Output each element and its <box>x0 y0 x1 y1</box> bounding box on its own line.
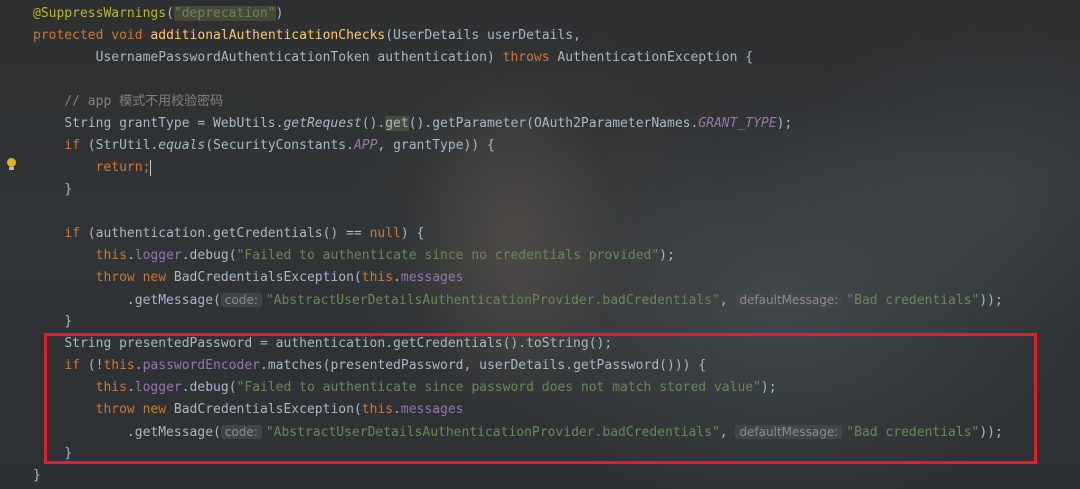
code-text: ); <box>776 116 793 131</box>
keyword: throws <box>502 50 550 65</box>
lightbulb-icon[interactable] <box>7 158 16 170</box>
code-text: } <box>64 314 73 329</box>
keyword: this <box>95 248 127 263</box>
code-text: String grantType = WebUtils. <box>64 116 284 131</box>
code-line-14: .getMessage(code: "AbstractUserDetailsAut… <box>33 289 1003 311</box>
keyword: null <box>369 226 401 241</box>
code-text: (). <box>361 116 386 131</box>
code-text: . <box>126 248 135 263</box>
code-text: . <box>393 270 401 285</box>
code-line-13: throw new BadCredentialsException(this.m… <box>33 267 1003 289</box>
code-line-6: String grantType = WebUtils.getRequest()… <box>33 113 1003 135</box>
code-text: ) { <box>400 226 425 241</box>
code-text: ; <box>142 160 151 175</box>
code-text: (authentication.getCredentials() == <box>87 226 362 241</box>
annotation: @SuppressWarnings <box>33 6 167 21</box>
code-text: UsernamePasswordAuthenticationToken auth… <box>95 50 495 65</box>
static-field: GRANT_TYPE <box>698 116 777 131</box>
code-text: AuthenticationException { <box>557 50 754 65</box>
parameter-hint: code: <box>220 293 262 307</box>
code-line-15: } <box>33 311 1003 333</box>
code-text: (SecurityConstants. <box>205 138 354 153</box>
field: logger <box>134 248 182 263</box>
highlight-box <box>44 333 1037 464</box>
editor-gutter <box>0 0 30 489</box>
keyword: new <box>142 270 167 285</box>
code-text: , grantType)) { <box>377 138 495 153</box>
code-comment: // app 模式不用校验密码 <box>64 94 224 109</box>
parameter-hint: defaultMessage: <box>735 293 843 307</box>
code-text: (StrUtil. <box>87 138 159 153</box>
code-text: .getMessage( <box>126 293 221 308</box>
code-line-2: protected void additionalAuthenticationC… <box>33 25 1003 47</box>
string-literal: "deprecation" <box>173 6 276 21</box>
keyword: throw <box>95 270 135 285</box>
keyword: this <box>361 270 394 285</box>
code-line-11: if (authentication.getCredentials() == n… <box>33 223 1003 245</box>
code-text: } <box>33 468 41 483</box>
code-line-22: } <box>33 465 1003 487</box>
string-literal: "AbstractUserDetailsAuthenticationProvid… <box>265 293 720 308</box>
field: messages <box>400 270 464 285</box>
static-method: equals <box>158 138 206 153</box>
code-line-12: this.logger.debug("Failed to authenticat… <box>33 245 1003 267</box>
code-text: .debug( <box>181 248 237 263</box>
keyword: void <box>111 28 143 43</box>
code-line-5: // app 模式不用校验密码 <box>33 91 1003 113</box>
code-text: ); <box>659 248 675 263</box>
static-method: getRequest <box>283 116 362 131</box>
code-text: )); <box>979 293 1003 308</box>
code-text: BadCredentialsException( <box>173 270 362 285</box>
code-line-7: if (StrUtil.equals(SecurityConstants.APP… <box>33 135 1003 157</box>
code-line-8: return; <box>33 157 1003 179</box>
code-text: (UserDetails userDetails, <box>385 28 581 43</box>
code-line-1: @SuppressWarnings(StrUtil.("deprecation"… <box>33 6 284 21</box>
keyword: return <box>95 160 143 175</box>
code-text: get <box>385 116 409 131</box>
code-text: } <box>64 182 73 197</box>
string-literal: "Bad credentials" <box>846 293 980 308</box>
text-caret <box>150 159 152 176</box>
keyword: if <box>64 226 80 241</box>
code-line-9: } <box>33 179 1003 201</box>
code-text: , <box>719 293 728 308</box>
code-line-3: UsernamePasswordAuthenticationToken auth… <box>33 47 1003 69</box>
string-literal: "Failed to authenticate since no credent… <box>236 248 660 263</box>
method-name: additionalAuthenticationChecks <box>150 28 386 43</box>
keyword: if <box>64 138 80 153</box>
static-field: APP <box>353 138 378 153</box>
code-text: ().getParameter(OAuth2ParameterNames. <box>408 116 699 131</box>
keyword: protected <box>33 28 104 43</box>
